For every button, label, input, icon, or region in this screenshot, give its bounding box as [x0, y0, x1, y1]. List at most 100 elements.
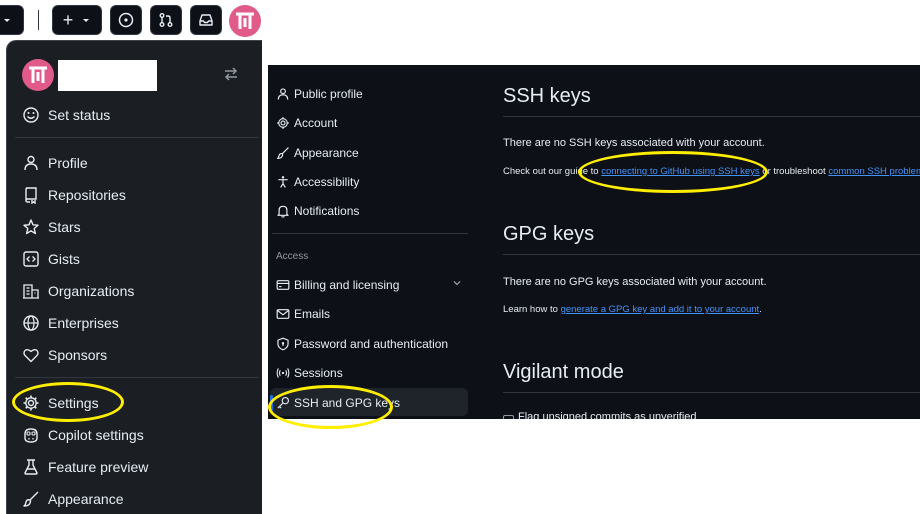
sidebar-item-password-authentication[interactable]: Password and authentication — [268, 330, 468, 358]
sidebar-item-account[interactable]: Account — [268, 109, 468, 137]
switch-account-icon[interactable] — [222, 65, 240, 83]
sidebar-item-label: Emails — [294, 307, 331, 321]
sidebar-item-public-profile[interactable]: Public profile — [268, 80, 468, 108]
sidebar-item-label: SSH and GPG keys — [294, 396, 401, 410]
sidebar-item-notifications[interactable]: Notifications — [268, 197, 468, 225]
caret-down-icon — [4, 19, 10, 22]
smiley-icon — [23, 107, 39, 123]
broadcast-icon — [276, 368, 290, 378]
redacted-username — [58, 60, 157, 91]
sidebar-item-accessibility[interactable]: Accessibility — [268, 168, 468, 196]
credit-card-icon — [276, 280, 290, 290]
sidebar-item-label: Password and authentication — [294, 337, 449, 351]
menu-item-label: Gists — [48, 251, 80, 267]
organization-icon — [23, 284, 39, 299]
beaker-icon — [24, 459, 38, 475]
set-status-item[interactable]: Set status — [7, 99, 262, 131]
copilot-icon — [24, 428, 38, 443]
set-status-label: Set status — [48, 107, 111, 123]
menu-item-label: Copilot settings — [48, 427, 144, 443]
sidebar-section-heading: Access — [276, 251, 309, 262]
sidebar-item-emails[interactable]: Emails — [268, 300, 468, 328]
avatar-image-icon — [22, 59, 54, 91]
vigilant-mode-checkbox[interactable] — [503, 415, 514, 419]
issues-button[interactable] — [110, 5, 142, 35]
learn-prefix: Learn how to — [503, 304, 561, 315]
person-icon — [277, 88, 289, 100]
sidebar-item-label: Billing and licensing — [294, 278, 400, 292]
pull-requests-button[interactable] — [150, 5, 182, 35]
menu-item-feature-preview[interactable]: Feature preview — [7, 451, 262, 483]
menu-item-copilot-settings[interactable]: Copilot settings — [7, 419, 262, 451]
gpg-keys-heading: GPG keys — [503, 223, 595, 245]
menu-item-profile[interactable]: Profile — [7, 147, 262, 179]
globe-icon — [23, 315, 39, 331]
menu-item-organizations[interactable]: Organizations — [7, 275, 262, 307]
sidebar-item-label: Notifications — [294, 204, 360, 218]
vigilant-mode-label: Flag unsigned commits as unverified — [518, 411, 697, 419]
menu-item-sponsors[interactable]: Sponsors — [7, 339, 262, 371]
settings-content: SSH keys There are no SSH keys associate… — [503, 65, 920, 419]
ssh-keys-heading: SSH keys — [503, 85, 591, 107]
gear-icon — [277, 117, 289, 129]
menu-item-enterprises[interactable]: Enterprises — [7, 307, 262, 339]
sidebar-item-label: Appearance — [294, 146, 359, 160]
menu-item-label: Appearance — [48, 491, 124, 507]
divider — [38, 10, 39, 30]
sidebar-item-ssh-gpg-keys[interactable]: SSH and GPG keys — [268, 389, 468, 417]
menu-item-settings[interactable]: Settings — [7, 387, 262, 419]
inbox-icon — [199, 14, 213, 26]
paintbrush-icon — [23, 491, 39, 507]
plus-icon: + — [62, 10, 74, 30]
person-icon — [24, 155, 38, 171]
issue-opened-icon — [118, 12, 134, 28]
sidebar-item-billing[interactable]: Billing and licensing — [268, 271, 468, 299]
avatar[interactable] — [229, 5, 261, 37]
sidebar-item-label: Account — [294, 116, 338, 130]
accessibility-icon — [278, 176, 288, 188]
menu-item-label: Stars — [48, 219, 81, 235]
dropdown-button[interactable] — [0, 5, 24, 35]
menu-divider — [15, 137, 259, 138]
heart-icon — [23, 349, 39, 363]
section-divider — [503, 116, 920, 117]
create-new-button[interactable]: + — [52, 5, 102, 35]
ssh-problems-link[interactable]: common SSH problems — [828, 166, 920, 177]
menu-item-label: Enterprises — [48, 315, 119, 331]
paintbrush-icon — [276, 147, 289, 160]
menu-item-label: Settings — [48, 395, 99, 411]
menu-divider — [15, 377, 259, 378]
inbox-button[interactable] — [190, 5, 222, 35]
menu-item-label: Repositories — [48, 187, 126, 203]
menu-item-gists[interactable]: Gists — [7, 243, 262, 275]
section-divider — [503, 254, 920, 255]
gpg-learn-text: Learn how to generate a GPG key and add … — [503, 304, 762, 315]
user-dropdown-menu: Set status Profile Repositories Stars Gi… — [6, 40, 262, 514]
avatar-image-icon — [229, 5, 261, 37]
guide-prefix: Check out our guide to — [503, 166, 602, 177]
gpg-generate-link[interactable]: generate a GPG key and add it to your ac… — [561, 304, 760, 315]
menu-item-stars[interactable]: Stars — [7, 211, 262, 243]
star-icon — [23, 219, 39, 235]
ssh-guide-text: Check out our guide to connecting to Git… — [503, 166, 920, 177]
settings-sidebar: Public profile Account Appearance Access… — [268, 65, 468, 419]
caret-down-icon — [83, 19, 90, 22]
menu-item-repositories[interactable]: Repositories — [7, 179, 262, 211]
sidebar-item-label: Public profile — [294, 87, 363, 101]
learn-suffix: . — [759, 304, 762, 315]
mail-icon — [276, 309, 290, 319]
bell-icon — [277, 205, 289, 218]
menu-item-label: Sponsors — [48, 347, 108, 363]
ssh-guide-link[interactable]: connecting to GitHub using SSH keys — [601, 166, 759, 177]
sidebar-item-sessions[interactable]: Sessions — [268, 359, 468, 387]
vigilant-mode-heading: Vigilant mode — [503, 361, 624, 383]
sidebar-item-appearance[interactable]: Appearance — [268, 139, 468, 167]
menu-item-appearance[interactable]: Appearance — [7, 483, 262, 514]
section-divider — [503, 392, 920, 393]
chevron-down-icon[interactable] — [452, 278, 462, 288]
gpg-empty-message: There are no GPG keys associated with yo… — [503, 276, 767, 288]
ssh-empty-message: There are no SSH keys associated with yo… — [503, 137, 765, 149]
repo-icon — [25, 187, 37, 204]
gear-icon — [23, 395, 39, 411]
menu-item-label: Profile — [48, 155, 88, 171]
